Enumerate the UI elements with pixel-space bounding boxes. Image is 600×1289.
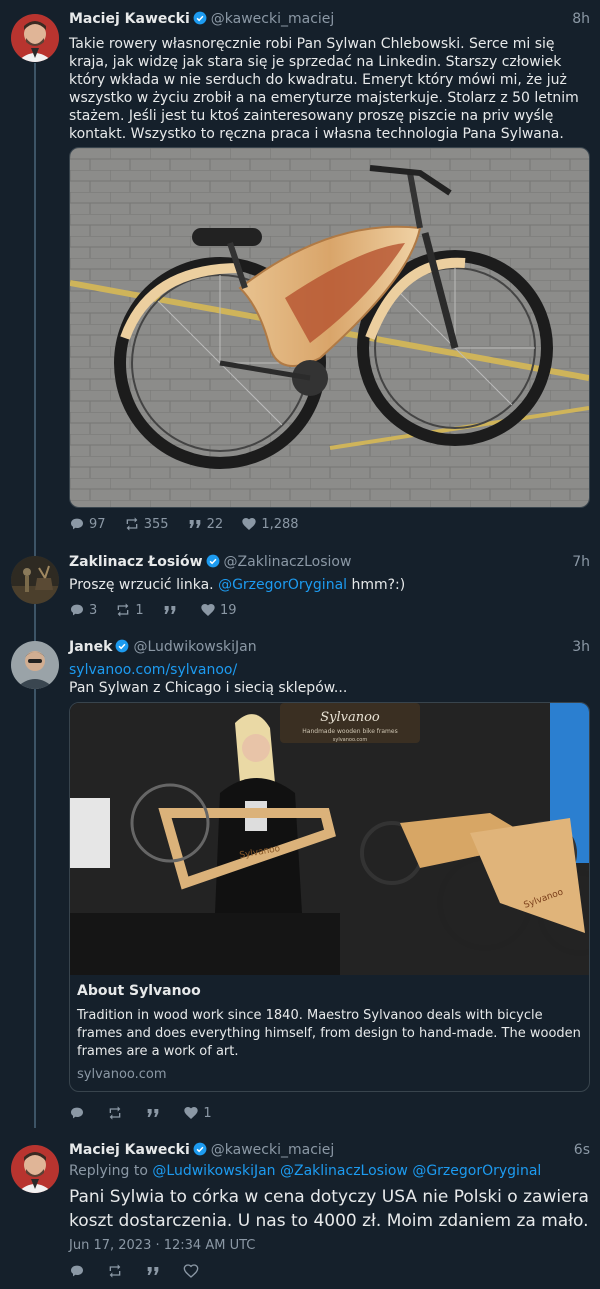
reply-mention[interactable]: @ZaklinaczLosiow (280, 1163, 408, 1179)
reply-icon (71, 1265, 83, 1277)
verified-icon (206, 554, 219, 568)
display-name[interactable]: Maciej Kawecki (69, 11, 190, 27)
like-icon (184, 1107, 199, 1119)
reply-count: 97 (89, 516, 106, 532)
reply-icon (71, 1107, 83, 1119)
tweet-text-part: Proszę wrzucić linka. (69, 577, 219, 593)
quote-button[interactable] (145, 1105, 165, 1121)
quote-icon (164, 606, 176, 614)
verified-icon (193, 1142, 207, 1156)
display-name[interactable]: Zaklinacz Łosiów (69, 554, 203, 570)
like-count: 1,288 (261, 516, 299, 532)
avatar[interactable] (11, 641, 59, 689)
like-button[interactable]: 19 (200, 602, 237, 618)
display-name[interactable]: Maciej Kawecki (69, 1142, 190, 1158)
tweet-header: Janek @LudwikowskiJan 3h (69, 639, 590, 659)
retweet-icon (109, 1264, 121, 1278)
quote-icon (147, 1267, 159, 1275)
tweet-actions: 97 355 22 1,288 (69, 516, 313, 532)
like-icon (184, 1264, 199, 1278)
like-count: 1 (203, 1105, 212, 1121)
card-title[interactable]: About Sylvanoo (77, 983, 582, 999)
like-button[interactable]: 1,288 (241, 516, 299, 532)
tweet-text-line: Pan Sylwan z Chicago i siecią sklepów... (69, 680, 348, 696)
tweet-actions: 3 1 19 (69, 602, 251, 618)
tweet-2[interactable]: Zaklinacz Łosiów @ZaklinaczLosiow 7h Pros… (0, 545, 600, 630)
replying-label: Replying to (69, 1163, 148, 1179)
tweet-link[interactable]: sylvanoo.com/sylvanoo/ (69, 661, 588, 679)
link-card[interactable]: Sylvanoo Handmade wooden bike frames syl… (69, 702, 590, 1092)
handle[interactable]: @LudwikowskiJan (133, 639, 256, 655)
reply-button[interactable] (69, 1263, 89, 1279)
mention-link[interactable]: @GrzegorOryginal (218, 577, 347, 593)
display-name[interactable]: Janek (69, 639, 112, 655)
reply-icon (71, 604, 83, 616)
avatar[interactable] (11, 14, 59, 62)
tweet-text-part: hmm?:) (347, 577, 406, 593)
like-count: 19 (219, 602, 237, 618)
retweet-button[interactable] (107, 1263, 127, 1279)
retweet-button[interactable]: 1 (115, 602, 144, 618)
banner-title: Sylvanoo (320, 710, 380, 725)
like-icon (242, 518, 257, 530)
card-image: Sylvanoo Handmade wooden bike frames syl… (70, 703, 589, 975)
retweet-button[interactable] (107, 1105, 127, 1121)
timestamp[interactable]: 8h (572, 11, 590, 27)
tweet-text: Pani Sylwia to córka w cena dotyczy USA … (69, 1187, 589, 1231)
timestamp[interactable]: 3h (572, 639, 590, 655)
tweet-1[interactable]: Maciej Kawecki @kawecki_maciej 8h Takie r… (0, 0, 600, 545)
like-icon (201, 604, 215, 616)
retweet-count: 355 (143, 516, 169, 532)
reply-count: 3 (89, 602, 98, 618)
handle[interactable]: @ZaklinaczLosiow (224, 554, 352, 570)
reply-button[interactable] (69, 1105, 89, 1121)
reply-mention[interactable]: @LudwikowskiJan (152, 1163, 275, 1179)
like-button[interactable]: 1 (183, 1105, 212, 1121)
tweet-4[interactable]: Maciej Kawecki @kawecki_maciej 6s Replyin… (0, 1135, 600, 1289)
tweet-header: Maciej Kawecki @kawecki_maciej 8h (69, 11, 590, 31)
retweet-icon (126, 517, 138, 531)
banner-url: sylvanoo.com (333, 737, 368, 743)
reply-icon (71, 518, 83, 530)
reply-mention[interactable]: @GrzegorOryginal (412, 1163, 541, 1179)
verified-icon (116, 639, 129, 653)
tweet-3[interactable]: Janek @LudwikowskiJan 3h sylvanoo.com/syl… (0, 630, 600, 1135)
timestamp[interactable]: 7h (572, 554, 590, 570)
avatar[interactable] (11, 556, 59, 604)
timestamp[interactable]: 6s (574, 1142, 590, 1158)
quote-icon (189, 520, 200, 528)
avatar[interactable] (11, 1145, 59, 1193)
reply-button[interactable]: 97 (69, 516, 106, 532)
full-timestamp[interactable]: Jun 17, 2023 · 12:34 AM UTC (69, 1238, 255, 1253)
tweet-actions: 1 (69, 1105, 226, 1121)
handle[interactable]: @kawecki_maciej (211, 11, 335, 27)
card-description: Tradition in wood work since 1840. Maest… (77, 1008, 581, 1059)
quote-count: 22 (206, 516, 224, 532)
banner-subtitle: Handmade wooden bike frames (302, 728, 397, 735)
quote-button[interactable]: 22 (187, 516, 224, 532)
quote-button[interactable] (162, 602, 182, 618)
tweet-actions (69, 1263, 217, 1279)
bike-photo (70, 148, 589, 507)
reply-button[interactable]: 3 (69, 602, 97, 618)
retweet-icon (118, 603, 129, 617)
verified-icon (193, 11, 207, 25)
card-text: About Sylvanoo Tradition in wood work si… (77, 983, 582, 1082)
retweet-button[interactable]: 355 (124, 516, 169, 532)
tweet-text: Proszę wrzucić linka. @GrzegorOryginal h… (69, 576, 588, 594)
retweet-count: 1 (135, 602, 144, 618)
tweet-text: sylvanoo.com/sylvanoo/ Pan Sylwan z Chic… (69, 661, 588, 697)
tweet-header: Zaklinacz Łosiów @ZaklinaczLosiow 7h (69, 554, 590, 574)
tweet-header: Maciej Kawecki @kawecki_maciej 6s (69, 1142, 590, 1162)
like-button[interactable] (183, 1263, 203, 1279)
quote-icon (147, 1109, 159, 1117)
tweet-text: Takie rowery własnoręcznie robi Pan Sylw… (69, 36, 579, 142)
tweet-image[interactable] (69, 147, 590, 508)
card-domain[interactable]: sylvanoo.com (77, 1067, 582, 1082)
quote-button[interactable] (145, 1263, 165, 1279)
retweet-icon (109, 1106, 121, 1120)
handle[interactable]: @kawecki_maciej (211, 1142, 335, 1158)
replying-to: Replying to @LudwikowskiJan @ZaklinaczLo… (69, 1163, 541, 1179)
